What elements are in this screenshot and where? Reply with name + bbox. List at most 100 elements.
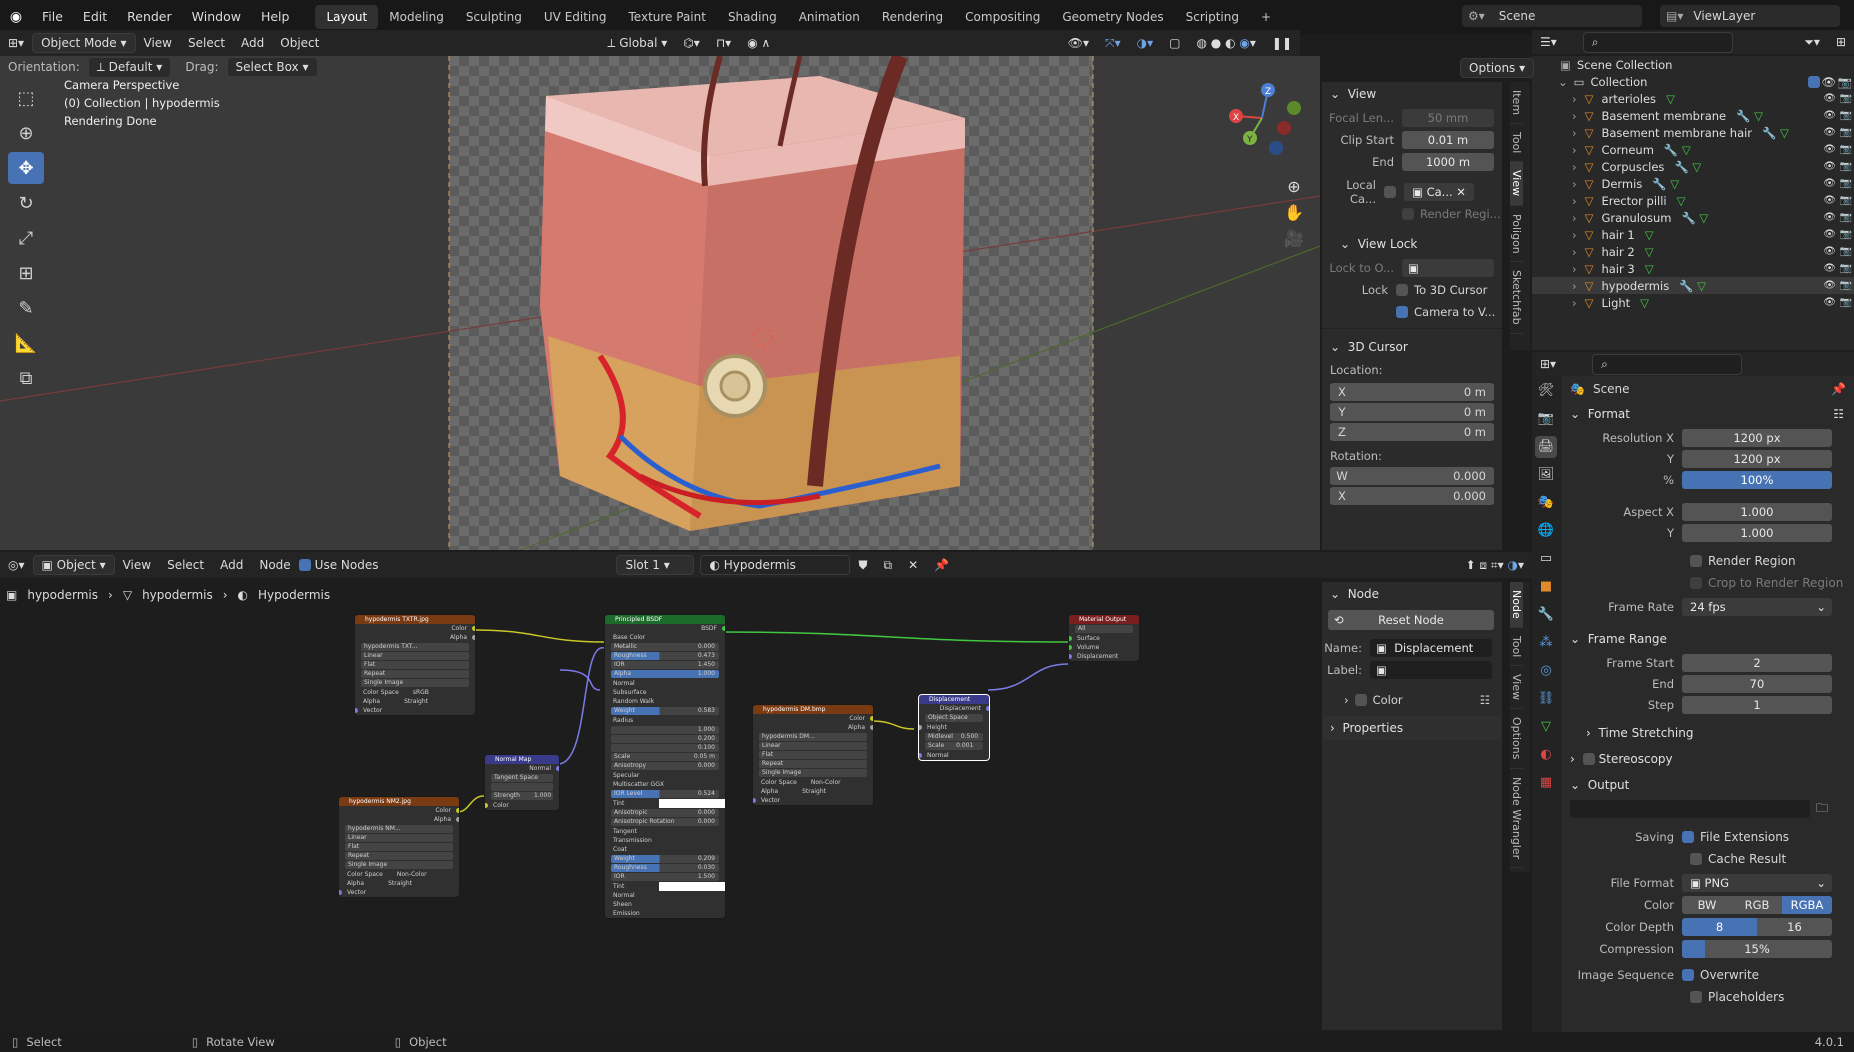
outliner-search[interactable]: ⌕ bbox=[1582, 31, 1733, 53]
menu-edit[interactable]: Edit bbox=[73, 0, 117, 34]
normal-image-texture-node-extension[interactable]: Repeat bbox=[345, 852, 453, 860]
navigation-gizmo[interactable]: Z X Y bbox=[1222, 78, 1302, 158]
principled-bsdf-node[interactable]: Principled BSDF BSDF Base Color Metallic 0.0… bbox=[604, 614, 726, 919]
resolution-x-field[interactable]: 1200 px bbox=[1682, 429, 1832, 447]
menu-help[interactable]: Help bbox=[251, 0, 300, 34]
collection-props-icon[interactable]: ▭ bbox=[1535, 548, 1557, 570]
node-label-field[interactable]: ▣ bbox=[1370, 661, 1492, 679]
aspect-y-field[interactable]: 1.000 bbox=[1682, 524, 1832, 542]
displacement-out-socket[interactable] bbox=[986, 706, 989, 711]
xray-icon[interactable]: ▢ bbox=[1161, 34, 1188, 52]
visibility-eye-icon[interactable]: 👁 bbox=[1823, 263, 1836, 274]
clip-start-field[interactable]: 0.01 m bbox=[1402, 131, 1494, 149]
modifier-data-icons[interactable]: 🔧 ▽ bbox=[1652, 177, 1679, 191]
bsdf-field[interactable]: Weight 0.209 bbox=[611, 855, 719, 863]
outliner-item[interactable]: › ▽ arterioles ▽ 👁 📷 bbox=[1532, 90, 1854, 107]
expand-icon[interactable]: › bbox=[1572, 245, 1577, 259]
bsdf-field[interactable]: IOR 1.500 bbox=[611, 873, 719, 881]
outliner-item[interactable]: › ▽ hair 2 ▽ 👁 📷 bbox=[1532, 243, 1854, 260]
material-duplicate-icon[interactable]: ⧉ bbox=[876, 556, 901, 575]
add-cube-tool-icon[interactable]: ⧉ bbox=[8, 362, 44, 394]
render-camera-icon[interactable]: 📷 bbox=[1840, 297, 1852, 308]
depth-8-button[interactable]: 8 bbox=[1682, 918, 1757, 936]
render-camera-icon[interactable]: 📷 bbox=[1840, 161, 1852, 172]
tab-modeling[interactable]: Modeling bbox=[378, 5, 455, 29]
principled-bsdf-node-header[interactable]: Principled BSDF bbox=[605, 615, 725, 624]
outliner-item[interactable]: › ▽ hair 3 ▽ 👁 📷 bbox=[1532, 260, 1854, 277]
normal-map-node-header[interactable]: Normal Map bbox=[485, 755, 559, 764]
outliner-item[interactable]: › ▽ Light ▽ 👁 📷 bbox=[1532, 294, 1854, 311]
normal-image-texture-node[interactable]: hypodermis NM2.jpg Color Alpha hypodermis N… bbox=[338, 796, 460, 898]
menu-window[interactable]: Window bbox=[182, 0, 251, 34]
displacement-image-texture-node-cs-value[interactable]: Non-Color bbox=[811, 779, 841, 786]
image-texture-node-projection[interactable]: Flat bbox=[361, 661, 469, 669]
visibility-eye-icon[interactable]: 👁 bbox=[1823, 127, 1836, 138]
tab-node-tool[interactable]: Tool bbox=[1510, 628, 1523, 667]
compression-slider[interactable]: 15% bbox=[1682, 940, 1832, 958]
visibility-eye-icon[interactable]: 👁 bbox=[1823, 297, 1836, 308]
bsdf-field[interactable]: IOR 1.450 bbox=[611, 661, 719, 669]
mode-dropdown[interactable]: Object Mode ▾ bbox=[32, 33, 136, 53]
displacement-image-texture-node-extension[interactable]: Repeat bbox=[759, 760, 867, 768]
world-props-icon[interactable]: 🌐 bbox=[1535, 520, 1557, 542]
aspect-x-field[interactable]: 1.000 bbox=[1682, 503, 1832, 521]
collection-camera-icon[interactable]: 📷 bbox=[1838, 75, 1852, 89]
bsdf-field[interactable]: 0.200 bbox=[611, 735, 719, 743]
select-box-icon[interactable]: ⬚ bbox=[8, 82, 44, 114]
frame-end-field[interactable]: 70 bbox=[1682, 675, 1832, 693]
midlevel-value[interactable]: 0.500 bbox=[961, 733, 978, 740]
object-props-icon[interactable]: ■ bbox=[1535, 576, 1557, 598]
bsdf-field[interactable]: 0.100 bbox=[611, 744, 719, 752]
modifier-data-icons[interactable]: 🔧 ▽ bbox=[1762, 126, 1789, 140]
local-camera-field[interactable]: ▣ Ca... ✕ bbox=[1404, 183, 1474, 201]
color-rgba-button[interactable]: RGBA bbox=[1782, 896, 1832, 914]
tab-item[interactable]: Item bbox=[1510, 82, 1523, 125]
cursor-y-field[interactable]: 0 m bbox=[1354, 405, 1494, 419]
image-texture-node-source[interactable]: Single Image bbox=[361, 679, 469, 687]
render-camera-icon[interactable]: 📷 bbox=[1840, 127, 1852, 138]
slot-dropdown[interactable]: Slot 1 ▾ bbox=[616, 555, 695, 575]
view-layer-selector[interactable]: ▤▾ ViewLayer bbox=[1660, 5, 1840, 27]
drag-dropdown[interactable]: Select Box ▾ bbox=[226, 57, 318, 77]
rotate-tool-icon[interactable]: ↻ bbox=[8, 187, 44, 219]
bsdf-field[interactable]: Roughness 0.030 bbox=[611, 864, 719, 872]
overwrite-checkbox[interactable] bbox=[1682, 969, 1694, 981]
image-texture-node-header[interactable]: hypodermis TXTR.jpg bbox=[355, 615, 475, 624]
visibility-eye-icon[interactable]: 👁 bbox=[1823, 229, 1836, 240]
tab-texture-paint[interactable]: Texture Paint bbox=[618, 5, 717, 29]
particles-props-icon[interactable]: ⁂ bbox=[1535, 632, 1557, 654]
image-texture-node-extension[interactable]: Repeat bbox=[361, 670, 469, 678]
constraints-props-icon[interactable]: ⛓ bbox=[1535, 688, 1557, 710]
menu-object[interactable]: Object bbox=[272, 34, 327, 52]
material-output-node-header[interactable]: Material Output bbox=[1069, 615, 1139, 624]
output-target[interactable]: All bbox=[1075, 625, 1133, 633]
filter-icon[interactable]: ⏷▾ bbox=[1796, 33, 1828, 52]
modifier-data-icons[interactable]: ▽ bbox=[1666, 92, 1675, 106]
render-props-icon[interactable]: 📷 bbox=[1535, 408, 1557, 430]
expand-icon[interactable]: › bbox=[1572, 262, 1577, 276]
rotation-x-field[interactable]: 0.000 bbox=[1354, 489, 1494, 503]
visibility-eye-icon[interactable]: 👁 bbox=[1823, 280, 1836, 291]
node-name-field[interactable]: ▣ Displacement bbox=[1370, 639, 1492, 657]
stereoscopy-checkbox[interactable] bbox=[1582, 753, 1595, 765]
menu-render[interactable]: Render bbox=[117, 0, 182, 34]
visibility-eye-icon[interactable]: 👁 bbox=[1823, 246, 1836, 257]
outliner-item[interactable]: › ▽ hypodermis 🔧 ▽ 👁 📷 bbox=[1532, 277, 1854, 294]
normal-image-texture-node-image-field[interactable]: hypodermis NM... bbox=[345, 825, 453, 833]
node-section-header[interactable]: ⌄ Node bbox=[1322, 582, 1502, 606]
displacement-scale[interactable]: Scale 0.001 bbox=[925, 742, 983, 750]
collection-eye-icon[interactable]: 👁 bbox=[1821, 75, 1836, 89]
clip-end-field[interactable]: 1000 m bbox=[1402, 153, 1494, 171]
lock-to-object-field[interactable]: ▣ bbox=[1402, 259, 1494, 277]
gizmo-icon[interactable]: ⤧▾ bbox=[1097, 34, 1129, 53]
resolution-percent-field[interactable]: 100% bbox=[1682, 471, 1832, 489]
displacement-image-texture-node-header[interactable]: hypodermis DM.bmp bbox=[753, 705, 873, 714]
blender-logo-icon[interactable]: ◉ bbox=[6, 9, 26, 25]
pan-hand-icon[interactable]: ✋ bbox=[1282, 200, 1306, 226]
material-output-node[interactable]: Material Output All Surface Volume Displacem… bbox=[1068, 614, 1140, 662]
pivot-icon[interactable]: ⌬▾ bbox=[675, 34, 708, 52]
time-stretching-header[interactable]: › Time Stretching bbox=[1562, 721, 1854, 745]
node-menu-node[interactable]: Node bbox=[251, 556, 298, 574]
orientation-dropdown[interactable]: ⟂ Default ▾ bbox=[87, 56, 172, 78]
tab-shading[interactable]: Shading bbox=[717, 5, 788, 29]
